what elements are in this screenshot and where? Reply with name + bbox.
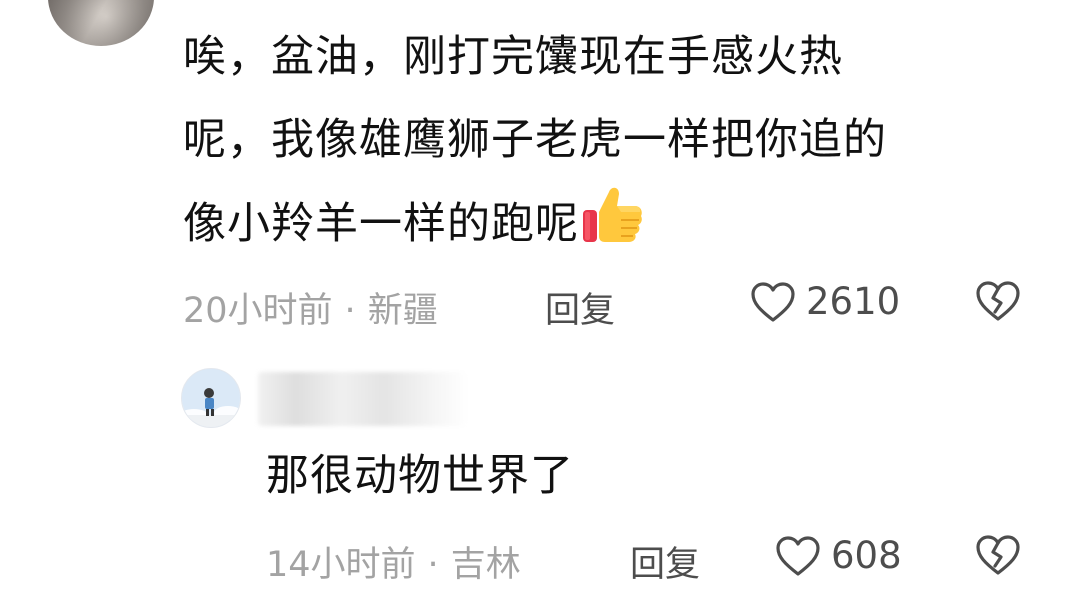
replier-avatar[interactable] — [181, 368, 241, 428]
meta-separator: · — [344, 291, 356, 331]
comment-line-3-text: 像小羚羊一样的跑呢 — [183, 199, 579, 249]
reply-text: 那很动物世界了 — [266, 451, 574, 501]
thumbs-up-icon — [581, 182, 643, 274]
reply-like-count: 608 — [831, 534, 902, 577]
comment-like-count: 2610 — [806, 280, 901, 323]
reply-dislike-button[interactable] — [975, 534, 1021, 580]
comment-line-2: 呢，我像雄鹰狮子老虎一样把你追的 — [183, 115, 887, 165]
comment-reply-button[interactable]: 回复 — [545, 282, 615, 333]
comment-meta: 20小时前 · 新疆 — [183, 282, 438, 333]
comment-time: 20小时前 — [183, 291, 333, 331]
avatar-image — [182, 369, 240, 427]
avatar-image — [48, 0, 154, 46]
comment-text: 唉，盆油，刚打完馕现在手感火热 呢，我像雄鹰狮子老虎一样把你追的 像小羚羊一样的… — [183, 16, 1043, 274]
reply-time: 14小时前 — [266, 545, 416, 585]
comment-like-button[interactable]: 2610 — [750, 280, 900, 323]
meta-separator: · — [427, 545, 439, 585]
comment-line-3: 像小羚羊一样的跑呢 — [183, 182, 1043, 274]
broken-heart-icon — [976, 281, 1020, 321]
reply-like-button[interactable]: 608 — [775, 534, 902, 577]
heart-icon — [776, 535, 820, 576]
reply-meta: 14小时前 · 吉林 — [266, 536, 521, 587]
comment-location: 新疆 — [367, 291, 438, 331]
comment-line-1: 唉，盆油，刚打完馕现在手感火热 — [183, 32, 843, 82]
broken-heart-icon — [976, 535, 1020, 575]
comment-dislike-button[interactable] — [975, 280, 1021, 326]
commenter-avatar[interactable] — [48, 0, 154, 46]
replier-name-obscured[interactable] — [258, 372, 468, 426]
reply-reply-button[interactable]: 回复 — [630, 536, 700, 587]
heart-icon — [751, 281, 795, 322]
reply-location: 吉林 — [450, 545, 521, 585]
